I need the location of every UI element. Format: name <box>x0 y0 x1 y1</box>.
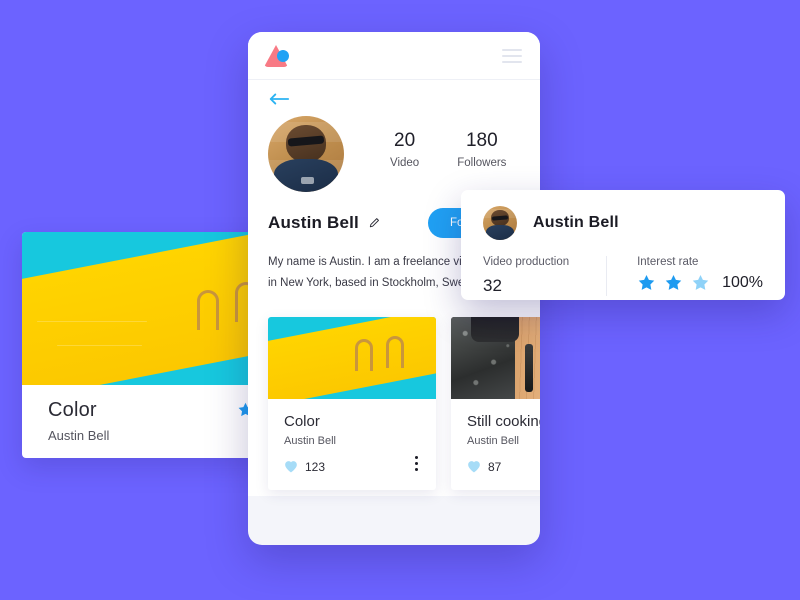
stat-video-value: 20 <box>394 130 416 151</box>
avatar-shirt <box>274 158 338 192</box>
avatar-shirt-logo <box>301 176 314 185</box>
pool-texture <box>37 320 147 322</box>
avatar-image <box>268 116 344 192</box>
pool-image <box>268 316 436 399</box>
video-title: Still cooking <box>467 412 540 430</box>
burger-line <box>502 54 522 57</box>
video-card-still-cooking[interactable]: Still cooking Austin Bell 87 <box>451 316 540 490</box>
summary-interest-rate-percent: 100% <box>722 273 763 291</box>
video-likes[interactable]: 123 <box>284 460 420 474</box>
video-title: Color <box>284 412 320 430</box>
featured-video-author: Austin Bell <box>48 428 110 443</box>
canvas-background: Color Austin Bell 20 Video 180 Followers… <box>0 0 800 600</box>
app-topbar <box>248 32 540 80</box>
summary-card-header: Austin Bell <box>483 206 763 240</box>
video-author: Austin Bell <box>284 434 336 447</box>
logo-dot <box>277 49 289 62</box>
star-light-icon[interactable] <box>691 273 710 292</box>
pool-ladder-left <box>197 290 219 331</box>
video-likes-count: 87 <box>488 459 502 474</box>
featured-video-meta: Color Austin Bell <box>22 385 272 443</box>
video-thumbnail-still-cooking[interactable] <box>451 316 540 399</box>
summary-name: Austin Bell <box>533 214 619 231</box>
pencil-icon[interactable] <box>368 216 382 230</box>
stat-followers-label: Followers <box>457 157 507 169</box>
video-grid: Color Austin Bell 123 Still cooking Aust… <box>248 295 540 490</box>
avatar-shirt <box>485 225 515 240</box>
summary-avatar[interactable] <box>483 206 517 240</box>
summary-interest-rate: Interest rate 100% <box>606 256 763 296</box>
avatar-image <box>483 206 517 240</box>
stat-video[interactable]: 20 Video <box>390 130 419 169</box>
back-row <box>248 80 540 110</box>
featured-video-title: Color <box>48 399 97 421</box>
stat-video-label: Video <box>390 157 420 169</box>
video-likes-count: 123 <box>305 459 326 474</box>
cooking-image <box>451 316 540 399</box>
more-options-icon[interactable] <box>415 455 418 471</box>
profile-stats: 20 Video 180 Followers <box>390 130 506 169</box>
stat-followers[interactable]: 180 Followers <box>457 130 506 169</box>
video-meta: Still cooking Austin Bell 87 <box>451 399 540 490</box>
summary-video-production-value: 32 <box>483 276 502 295</box>
burger-line <box>502 60 522 63</box>
profile-name: Austin Bell <box>268 213 359 232</box>
featured-video-thumbnail[interactable] <box>22 232 272 385</box>
avatar-sunglasses <box>491 214 509 220</box>
dot <box>415 467 418 471</box>
profile-header: 20 Video 180 Followers <box>248 110 540 192</box>
summary-interest-rate-label: Interest rate <box>637 256 699 268</box>
star-filled-icon[interactable] <box>637 273 656 292</box>
heart-icon[interactable] <box>467 460 481 473</box>
dot <box>415 455 418 459</box>
video-meta: Color Austin Bell 123 <box>268 399 436 490</box>
dot <box>415 461 418 465</box>
cook-pan <box>471 316 520 343</box>
profile-avatar[interactable] <box>268 116 344 192</box>
pool-image <box>22 232 272 385</box>
summary-video-production: Video production 32 <box>483 256 606 296</box>
video-author: Austin Bell <box>467 434 519 447</box>
back-arrow-icon[interactable] <box>268 92 290 106</box>
hamburger-menu-icon[interactable] <box>502 48 522 63</box>
pool-ladder-left <box>355 339 374 372</box>
cook-knife <box>524 344 533 393</box>
video-thumbnail-color[interactable] <box>268 316 436 399</box>
summary-interest-rate-stars[interactable]: 100% <box>637 273 763 292</box>
profile-summary-card[interactable]: Austin Bell Video production 32 Interest… <box>461 190 785 300</box>
heart-icon[interactable] <box>284 460 298 473</box>
stat-followers-value: 180 <box>465 130 498 151</box>
video-likes[interactable]: 87 <box>467 460 540 474</box>
featured-video-card[interactable]: Color Austin Bell <box>22 232 272 458</box>
pool-sand-area <box>268 316 436 399</box>
star-filled-icon[interactable] <box>664 273 683 292</box>
summary-card-stats: Video production 32 Interest rate 100% <box>483 256 763 296</box>
app-logo-icon[interactable] <box>264 43 294 69</box>
pool-ladder-right <box>385 336 404 369</box>
summary-video-production-label: Video production <box>483 256 570 268</box>
video-card-color[interactable]: Color Austin Bell 123 <box>268 316 436 490</box>
burger-line <box>502 48 522 51</box>
